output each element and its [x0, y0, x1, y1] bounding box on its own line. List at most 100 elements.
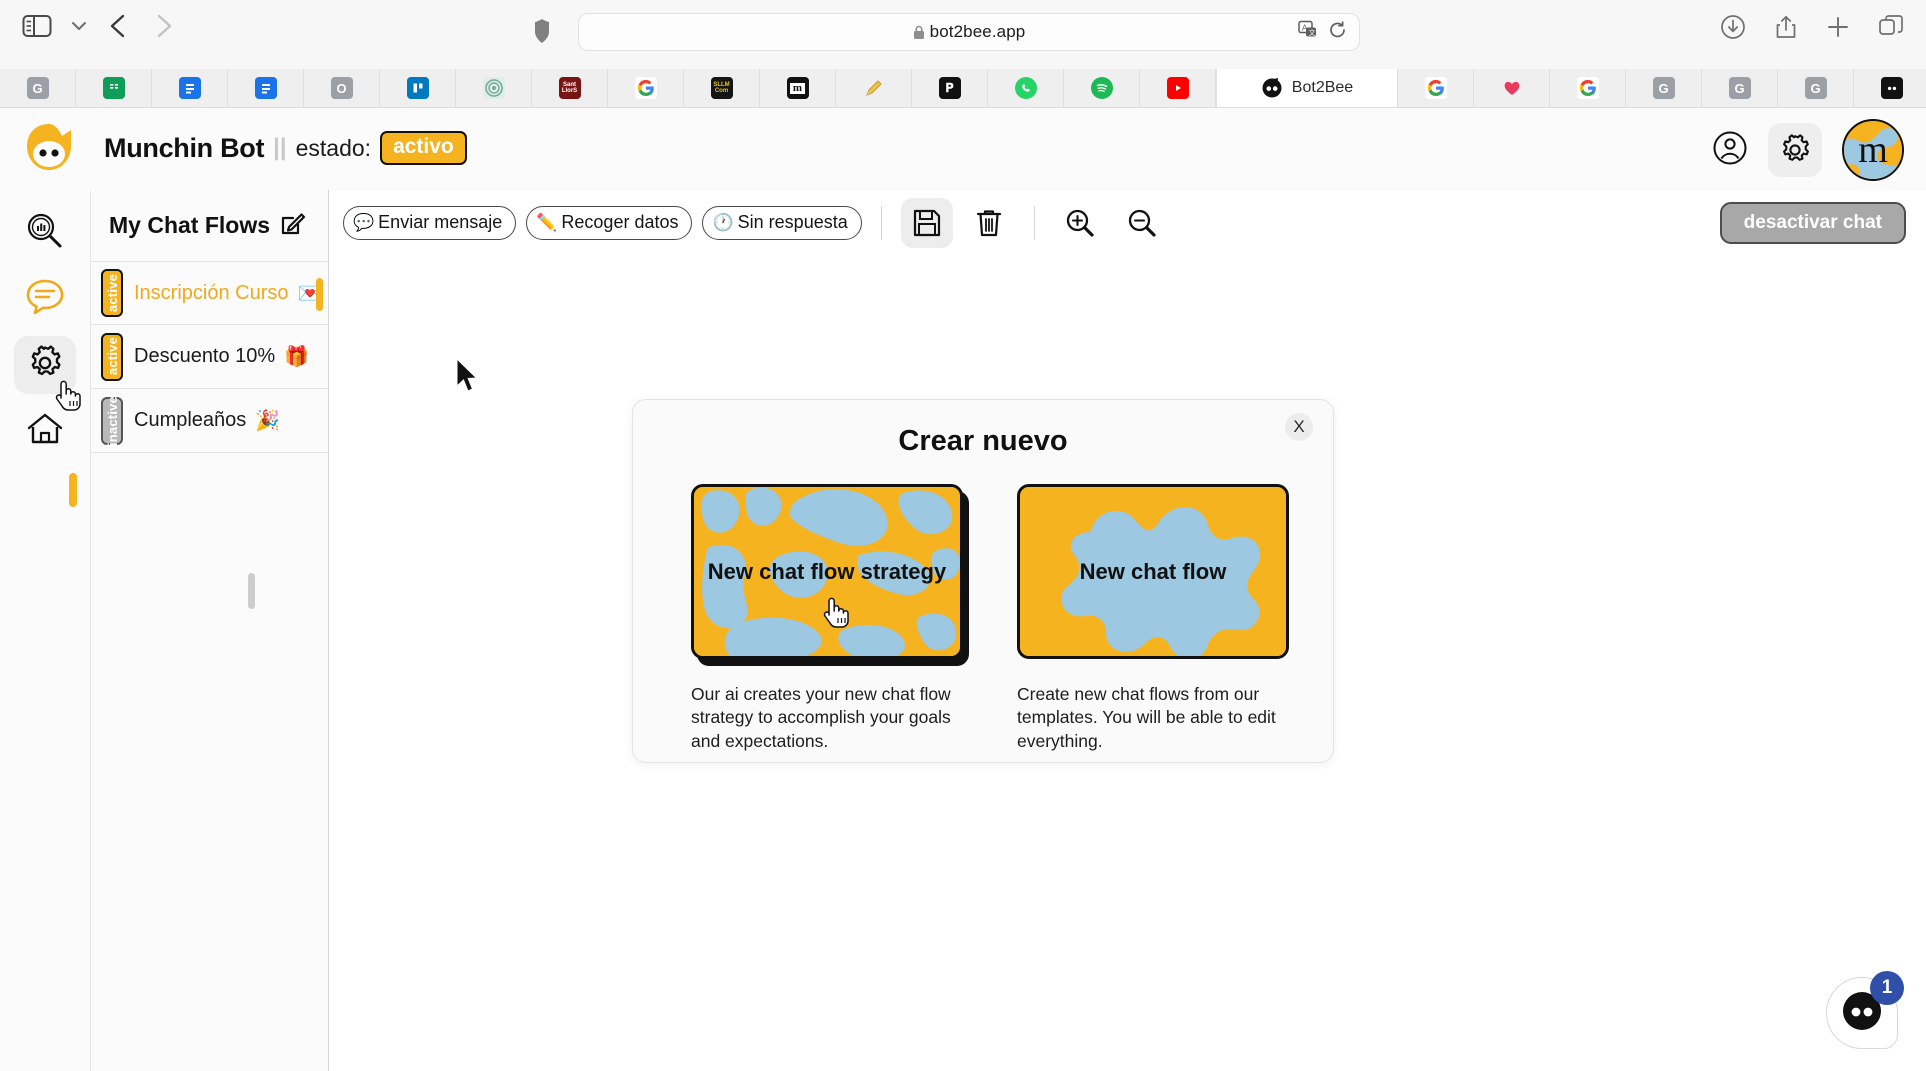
- panel-title: My Chat Flows: [109, 212, 270, 239]
- browser-tab-docs-1[interactable]: [152, 69, 228, 107]
- status-badge: activo: [380, 131, 467, 165]
- browser-tab-notes[interactable]: [836, 69, 912, 107]
- close-icon[interactable]: X: [1285, 413, 1313, 441]
- sidebar-item-home[interactable]: [14, 402, 76, 460]
- browser-nav-right: [1720, 14, 1904, 45]
- reload-icon[interactable]: [1328, 20, 1347, 44]
- browser-tab-google-6[interactable]: G: [1778, 69, 1854, 107]
- bot2bee-favicon: [1261, 77, 1283, 99]
- sidebar-toggle-icon[interactable]: [22, 13, 52, 39]
- browser-tab-bot2bee[interactable]: Bot2Bee: [1216, 69, 1398, 107]
- gear-icon: [1778, 133, 1812, 167]
- back-arrow-icon[interactable]: [106, 12, 132, 40]
- flow-name-label: Inscripción Curso: [134, 282, 289, 305]
- flow-state-chip[interactable]: active: [101, 333, 123, 381]
- browser-tab-sant-llors[interactable]: SantLlorS: [532, 69, 608, 107]
- active-indicator-bar: [69, 473, 77, 507]
- browser-tab-google-drive[interactable]: G: [0, 69, 76, 107]
- browser-tab-slim-com[interactable]: SLLMCom: [684, 69, 760, 107]
- zoom-out-button[interactable]: [1116, 198, 1168, 248]
- header-actions: m: [1712, 119, 1904, 181]
- youtube-favicon: [1167, 77, 1189, 99]
- browser-tab-whatsapp[interactable]: [988, 69, 1064, 107]
- node-button-send-message[interactable]: 💬Enviar mensaje: [343, 206, 516, 240]
- trello-favicon: [407, 77, 429, 99]
- card-tile-strategy[interactable]: New chat flow strategy: [691, 484, 963, 659]
- browser-tab-medium[interactable]: m: [760, 69, 836, 107]
- sidebar-item-analytics[interactable]: [14, 204, 76, 262]
- chat-bubble-icon: [25, 278, 65, 321]
- flow-state-chip[interactable]: inactive: [101, 397, 123, 445]
- deactivate-chat-button[interactable]: desactivar chat: [1720, 202, 1906, 244]
- panel-scrollbar-handle[interactable]: [248, 573, 255, 609]
- browser-tab-pinterest[interactable]: 𝐏: [912, 69, 988, 107]
- browser-tab-google-2[interactable]: [1398, 69, 1474, 107]
- docs-1-favicon: [179, 77, 201, 99]
- node-button-label: Enviar mensaje: [378, 212, 502, 233]
- google-drive-favicon: G: [27, 77, 49, 99]
- flow-emoji-icon: 🎉: [255, 408, 280, 433]
- avatar-letter: m: [1858, 131, 1888, 169]
- chat-flows-header: My Chat Flows: [91, 190, 328, 241]
- browser-tab-heart-site[interactable]: [1474, 69, 1550, 107]
- browser-tab-outlook[interactable]: O: [304, 69, 380, 107]
- google-1-favicon: [635, 77, 657, 99]
- app-header: Munchin Bot || estado: activo m: [0, 108, 1926, 190]
- slim-com-favicon: SLLMCom: [711, 77, 733, 99]
- browser-tab-google-5[interactable]: G: [1702, 69, 1778, 107]
- browser-tab-google-3[interactable]: [1550, 69, 1626, 107]
- card-tile-template[interactable]: New chat flow: [1017, 484, 1289, 659]
- browser-tab-docs-2[interactable]: [228, 69, 304, 107]
- home-icon: [26, 412, 64, 451]
- chat-widget[interactable]: 1: [1826, 971, 1904, 1049]
- url-bar[interactable]: bot2bee.app A文: [578, 13, 1360, 51]
- node-emoji-icon: 🕐: [712, 214, 733, 231]
- url-bar-actions: A文: [1298, 20, 1347, 45]
- google-6-favicon: G: [1805, 77, 1827, 99]
- browser-tab-spotify[interactable]: [1064, 69, 1140, 107]
- gear-icon: [26, 344, 64, 387]
- browser-tab-sheets[interactable]: [76, 69, 152, 107]
- share-icon[interactable]: [1774, 14, 1798, 45]
- chat-flow-row[interactable]: activeDescuento 10%🎁: [91, 325, 328, 389]
- privacy-shield-icon[interactable]: [533, 18, 551, 49]
- card-new-chat-flow[interactable]: New chat flow Create new chat flows from…: [1017, 484, 1289, 753]
- downloads-icon[interactable]: [1720, 14, 1746, 45]
- sidebar-item-settings[interactable]: [14, 336, 76, 394]
- sidebar-item-chats[interactable]: [14, 270, 76, 328]
- card-new-chat-flow-strategy[interactable]: New chat flow strategy Our ai creates yo…: [691, 484, 963, 753]
- browser-tab-trello[interactable]: [380, 69, 456, 107]
- chat-flow-row[interactable]: activeInscripción Curso 💌: [91, 261, 328, 325]
- icon-rail: [0, 190, 91, 1071]
- delete-button[interactable]: [963, 198, 1015, 248]
- flow-state-chip[interactable]: active: [101, 269, 123, 317]
- openai-favicon: [483, 77, 505, 99]
- avatar[interactable]: m: [1842, 119, 1904, 181]
- chat-flow-row[interactable]: inactiveCumpleaños🎉: [91, 389, 328, 453]
- browser-tab-openai[interactable]: [456, 69, 532, 107]
- google-4-favicon: G: [1653, 77, 1675, 99]
- node-palette: 💬Enviar mensaje ✏️Recoger datos 🕐Sin respu…: [343, 206, 862, 240]
- heart-site-favicon: [1501, 77, 1523, 99]
- translate-icon[interactable]: A文: [1298, 20, 1318, 45]
- node-button-collect-data[interactable]: ✏️Recoger datos: [526, 206, 692, 240]
- save-button[interactable]: [901, 198, 953, 248]
- browser-tab-google-4[interactable]: G: [1626, 69, 1702, 107]
- chat-flows-list: activeInscripción Curso 💌activeDescuento…: [91, 261, 328, 453]
- browser-tab-bot2bee-2[interactable]: [1854, 69, 1926, 107]
- browser-tab-youtube[interactable]: [1140, 69, 1216, 107]
- new-tab-icon[interactable]: [1826, 15, 1850, 44]
- settings-gear-button[interactable]: [1768, 123, 1822, 177]
- tab-overview-icon[interactable]: [1878, 14, 1904, 45]
- google-2-favicon: [1425, 77, 1447, 99]
- browser-chrome: bot2bee.app A文: [0, 0, 1926, 69]
- browser-tab-google-1[interactable]: [608, 69, 684, 107]
- node-button-no-answer[interactable]: 🕐Sin respuesta: [702, 206, 861, 240]
- edit-square-icon[interactable]: [280, 210, 306, 241]
- card-tile-label: New chat flow strategy: [698, 559, 956, 585]
- zoom-in-button[interactable]: [1054, 198, 1106, 248]
- chevron-down-icon[interactable]: [70, 17, 88, 35]
- account-icon[interactable]: [1712, 130, 1748, 171]
- flow-selected-indicator: [316, 278, 323, 311]
- browser-tab-label: Bot2Bee: [1292, 79, 1353, 97]
